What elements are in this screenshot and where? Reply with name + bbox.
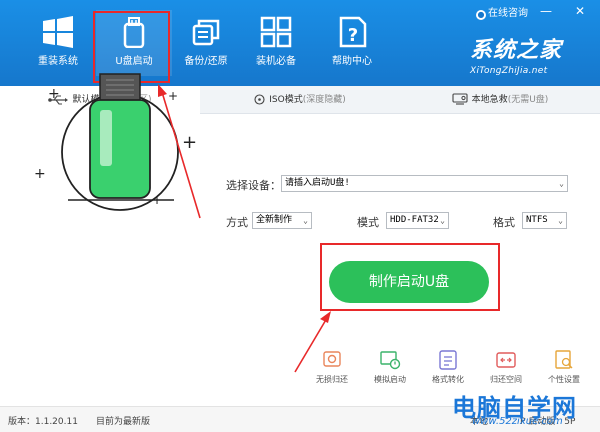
lossless-restore-icon — [323, 351, 341, 367]
personalize-icon — [555, 350, 573, 369]
tool-format-convert[interactable]: 格式转化 — [418, 350, 478, 385]
format-convert-icon — [439, 350, 457, 370]
site-watermark: 电脑自学网 www.52zixue.com — [452, 388, 600, 432]
tool-simulate-boot[interactable]: 模拟启动 — [360, 350, 420, 385]
tool-lossless-restore[interactable]: 无损归还 — [302, 350, 362, 385]
watermark-url: www.52zixue.com — [472, 416, 563, 427]
simulate-boot-icon — [380, 351, 401, 370]
update-status-text: 目前为最新版 — [96, 417, 151, 427]
version-text: 版本：1.1.20.11 — [8, 417, 78, 427]
tool-return-space[interactable]: 归还空间 — [476, 350, 536, 385]
return-space-icon — [496, 352, 516, 368]
tool-personalize[interactable]: 个性设置 — [534, 350, 594, 385]
